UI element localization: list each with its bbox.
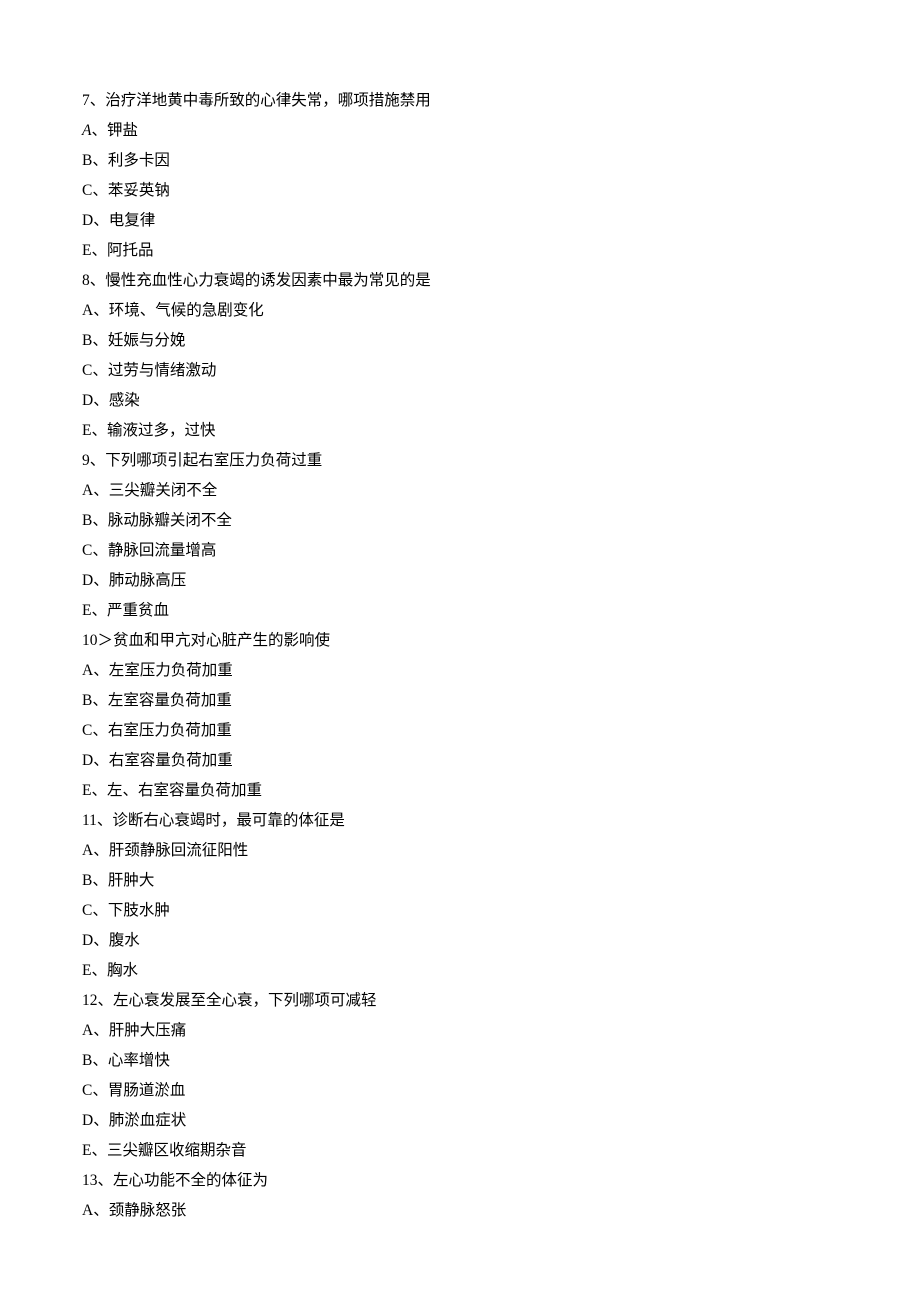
q12-option-c: C、胃肠道淤血: [82, 1076, 920, 1106]
q8-option-a: A、环境、气候的急剧变化: [82, 296, 920, 326]
q10-option-b: B、左室容量负荷加重: [82, 686, 920, 716]
q12-stem: 12、左心衰发展至全心衰，下列哪项可减轻: [82, 986, 920, 1016]
q11-option-a: A、肝颈静脉回流征阳性: [82, 836, 920, 866]
q12-option-a: A、肝肿大压痛: [82, 1016, 920, 1046]
q7-option-b: B、利多卡因: [82, 146, 920, 176]
q8-stem: 8、慢性充血性心力衰竭的诱发因素中最为常见的是: [82, 266, 920, 296]
q12-option-e: E、三尖瓣区收缩期杂音: [82, 1136, 920, 1166]
q8-option-e: E、输液过多，过快: [82, 416, 920, 446]
q10-stem: 10＞贫血和甲亢对心脏产生的影响使: [82, 626, 920, 656]
q9-stem: 9、下列哪项引起右室压力负荷过重: [82, 446, 920, 476]
q10-option-c: C、右室压力负荷加重: [82, 716, 920, 746]
q7-option-c: C、苯妥英钠: [82, 176, 920, 206]
q7-option-a: A、钾盐: [82, 116, 920, 146]
q7-option-e: E、阿托品: [82, 236, 920, 266]
q11-option-b: B、肝肿大: [82, 866, 920, 896]
q8-option-b: B、妊娠与分娩: [82, 326, 920, 356]
q7-stem: 7、治疗洋地黄中毒所致的心律失常，哪项措施禁用: [82, 86, 920, 116]
q8-option-d: D、感染: [82, 386, 920, 416]
q10-option-d: D、右室容量负荷加重: [82, 746, 920, 776]
q8-option-c: C、过劳与情绪激动: [82, 356, 920, 386]
q13-stem: 13、左心功能不全的体征为: [82, 1166, 920, 1196]
q12-option-b: B、心率增快: [82, 1046, 920, 1076]
q11-option-d: D、腹水: [82, 926, 920, 956]
q10-option-a: A、左室压力负荷加重: [82, 656, 920, 686]
q10-option-e: E、左、右室容量负荷加重: [82, 776, 920, 806]
q11-option-e: E、胸水: [82, 956, 920, 986]
q9-option-e: E、严重贫血: [82, 596, 920, 626]
q9-option-c: C、静脉回流量增高: [82, 536, 920, 566]
q9-option-a: A、三尖瓣关闭不全: [82, 476, 920, 506]
q9-option-b: B、脉动脉瓣关闭不全: [82, 506, 920, 536]
q7-option-d: D、电复律: [82, 206, 920, 236]
q7-option-a-text: 钾盐: [107, 122, 138, 139]
q7-option-a-sep: 、: [91, 122, 107, 139]
q12-option-d: D、肺淤血症状: [82, 1106, 920, 1136]
q9-option-d: D、肺动脉高压: [82, 566, 920, 596]
q11-option-c: C、下肢水肿: [82, 896, 920, 926]
q11-stem: 11、诊断右心衰竭时，最可靠的体征是: [82, 806, 920, 836]
q13-option-a: A、颈静脉怒张: [82, 1196, 920, 1226]
